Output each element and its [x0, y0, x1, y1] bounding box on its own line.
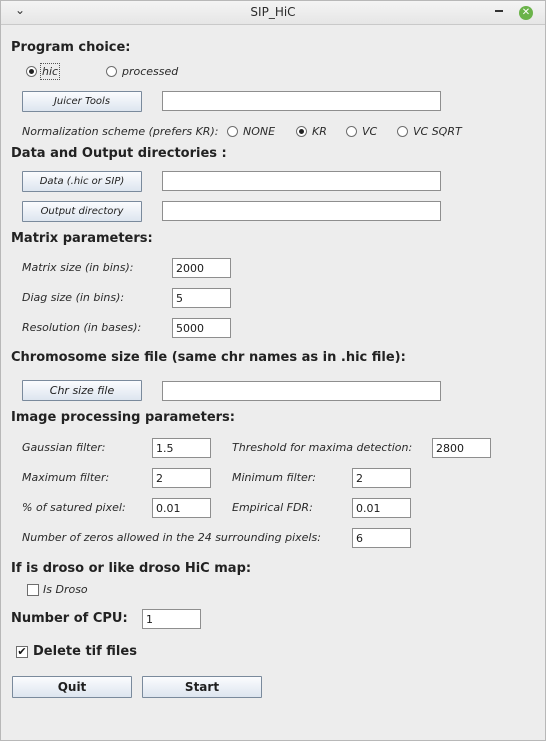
radio-norm-vc[interactable]: [346, 126, 357, 137]
matrix-size-label: Matrix size (in bins):: [22, 261, 134, 274]
output-dir-button[interactable]: Output directory: [22, 201, 142, 222]
radio-norm-vc-sqrt[interactable]: [397, 126, 408, 137]
chr-size-button[interactable]: Chr size file: [22, 380, 142, 401]
minimize-icon[interactable]: [495, 10, 503, 12]
radio-processed[interactable]: [106, 66, 117, 77]
diag-size-label: Diag size (in bins):: [22, 291, 125, 304]
data-dir-field[interactable]: [162, 171, 441, 191]
gaussian-filter-label: Gaussian filter:: [22, 441, 106, 454]
diag-size-input[interactable]: 5: [172, 288, 231, 308]
matrix-size-input[interactable]: 2000: [172, 258, 231, 278]
chr-size-field[interactable]: [162, 381, 441, 401]
radio-norm-vc-sqrt-label[interactable]: VC SQRT: [413, 125, 462, 138]
juicer-tools-button[interactable]: Juicer Tools: [22, 91, 142, 112]
saturated-pixel-input[interactable]: 0.01: [152, 498, 211, 518]
droso-heading: If is droso or like droso HiC map:: [11, 561, 252, 576]
empirical-fdr-label: Empirical FDR:: [232, 501, 313, 514]
delete-tif-label[interactable]: Delete tif files: [33, 644, 137, 659]
juicer-tools-path-field[interactable]: [162, 91, 441, 111]
maximum-filter-input[interactable]: 2: [152, 468, 211, 488]
directories-heading: Data and Output directories :: [11, 146, 227, 161]
program-choice-heading: Program choice:: [11, 40, 131, 55]
threshold-label: Threshold for maxima detection:: [232, 441, 413, 454]
zeros-allowed-label: Number of zeros allowed in the 24 surrou…: [22, 531, 321, 544]
main-window: ⌄ SIP_HiC ✕ Program choice: hic processe…: [0, 0, 546, 741]
radio-norm-kr-label[interactable]: KR: [312, 125, 327, 138]
quit-button[interactable]: Quit: [12, 676, 132, 698]
cpu-label: Number of CPU:: [11, 611, 128, 626]
radio-processed-label[interactable]: processed: [122, 65, 178, 78]
is-droso-label[interactable]: Is Droso: [43, 583, 88, 596]
image-processing-heading: Image processing parameters:: [11, 410, 235, 425]
start-button[interactable]: Start: [142, 676, 262, 698]
radio-norm-none-label[interactable]: NONE: [243, 125, 275, 138]
radio-hic[interactable]: [26, 66, 37, 77]
empirical-fdr-input[interactable]: 0.01: [352, 498, 411, 518]
chr-size-heading: Chromosome size file (same chr names as …: [11, 350, 406, 365]
minimum-filter-input[interactable]: 2: [352, 468, 411, 488]
data-dir-button[interactable]: Data (.hic or SIP): [22, 171, 142, 192]
threshold-input[interactable]: 2800: [432, 438, 491, 458]
matrix-parameters-heading: Matrix parameters:: [11, 231, 153, 246]
radio-hic-label[interactable]: hic: [39, 63, 61, 80]
close-icon[interactable]: ✕: [519, 6, 533, 20]
radio-norm-none[interactable]: [227, 126, 238, 137]
resolution-label: Resolution (in bases):: [22, 321, 142, 334]
zeros-allowed-input[interactable]: 6: [352, 528, 411, 548]
gaussian-filter-input[interactable]: 1.5: [152, 438, 211, 458]
radio-norm-kr[interactable]: [296, 126, 307, 137]
resolution-input[interactable]: 5000: [172, 318, 231, 338]
delete-tif-checkbox[interactable]: ✔: [16, 646, 28, 658]
cpu-input[interactable]: 1: [142, 609, 201, 629]
maximum-filter-label: Maximum filter:: [22, 471, 110, 484]
window-title: SIP_HiC: [250, 5, 296, 19]
radio-norm-vc-label[interactable]: VC: [362, 125, 377, 138]
is-droso-checkbox[interactable]: [27, 584, 39, 596]
saturated-pixel-label: % of satured pixel:: [22, 501, 126, 514]
normalization-label: Normalization scheme (prefers KR):: [22, 125, 219, 138]
minimum-filter-label: Minimum filter:: [232, 471, 316, 484]
title-bar: ⌄ SIP_HiC ✕: [1, 1, 545, 25]
output-dir-field[interactable]: [162, 201, 441, 221]
